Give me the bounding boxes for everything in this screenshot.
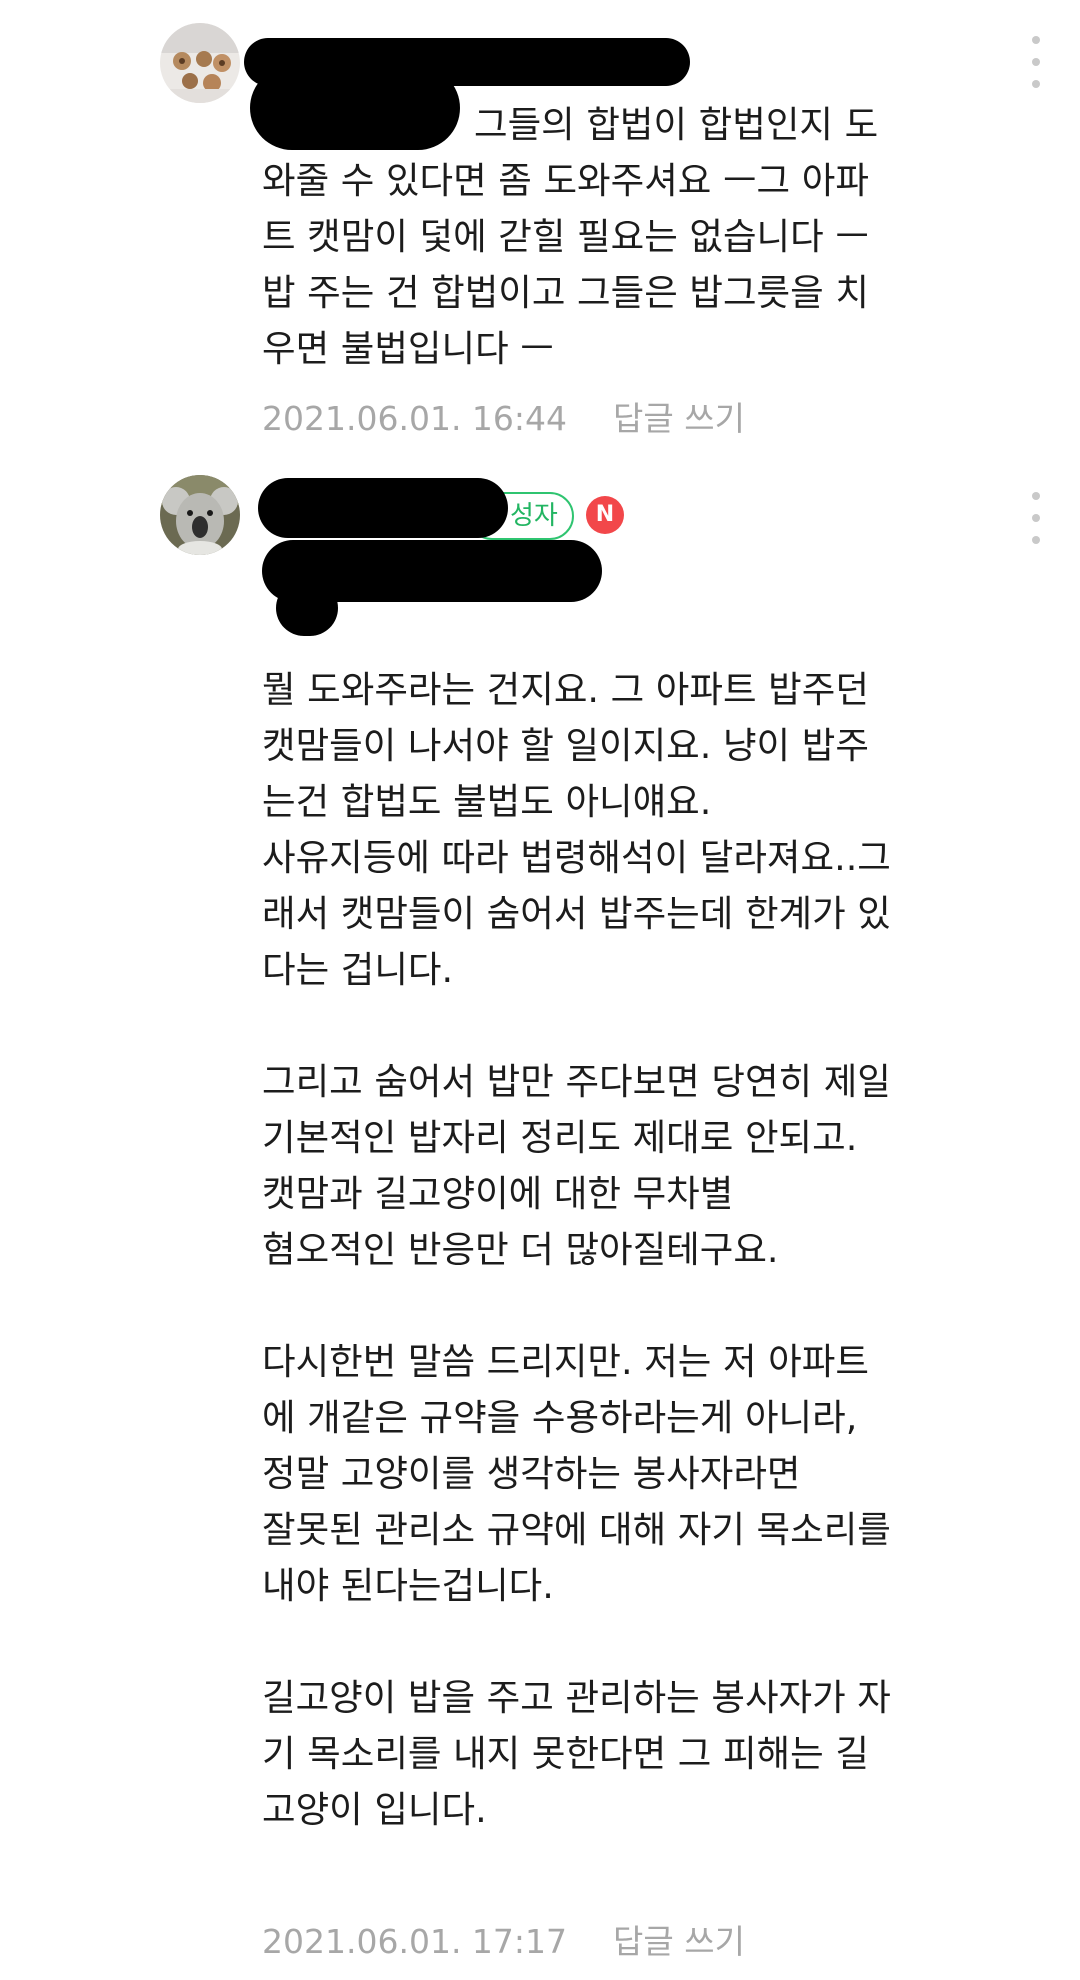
redacted-author-name	[276, 580, 338, 636]
new-badge: N	[586, 496, 624, 534]
comment-text: 뭘 도와주라는 건지요. 그 아파트 밥주던 캣맘들이 나서야 할 일이지요. …	[262, 668, 891, 1831]
more-options-button[interactable]	[1024, 492, 1048, 544]
reply-button[interactable]: 답글 쓰기	[613, 1915, 745, 1963]
more-dot	[1032, 492, 1040, 500]
comment-meta: 2021.06.01. 17:17 답글 쓰기	[262, 1915, 745, 1963]
comment-item: 성자 N 뭘 도와주라는 건지요. 그 아파트 밥주던 캣맘들이 나서야 할 일…	[0, 0, 1080, 1980]
comment-date: 2021.06.01. 17:17	[262, 1922, 568, 1961]
koala-avatar-icon	[160, 475, 240, 555]
avatar[interactable]	[160, 475, 240, 555]
redacted-author-name	[258, 478, 508, 538]
more-dot	[1032, 514, 1040, 522]
more-dot	[1032, 536, 1040, 544]
